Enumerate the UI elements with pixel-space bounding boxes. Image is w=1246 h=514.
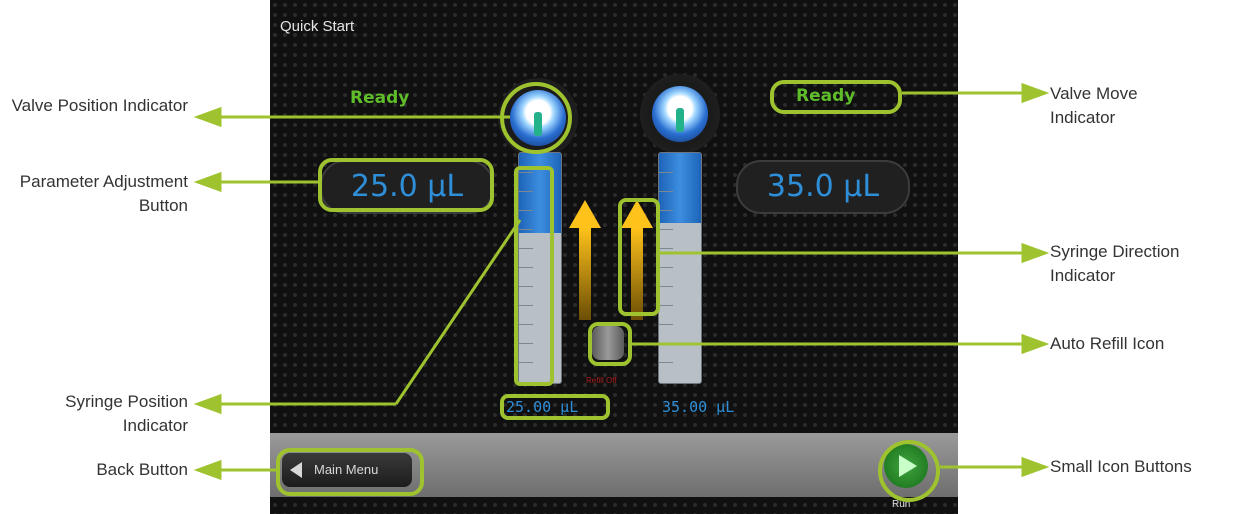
callout-valve-move: Valve Move Indicator (1050, 84, 1138, 127)
callout-auto-refill: Auto Refill Icon (1050, 334, 1165, 353)
callout-back-button: Back Button (96, 460, 188, 479)
callout-syringe-direction: Syringe Direction Indicator (1050, 242, 1180, 285)
callout-valve-position: Valve Position Indicator (11, 96, 188, 115)
callout-parameter-adjustment: Parameter Adjustment Button (19, 172, 188, 215)
callout-syringe-position: Syringe Position Indicator (65, 392, 188, 435)
callout-small-icon-buttons: Small Icon Buttons (1050, 457, 1192, 476)
